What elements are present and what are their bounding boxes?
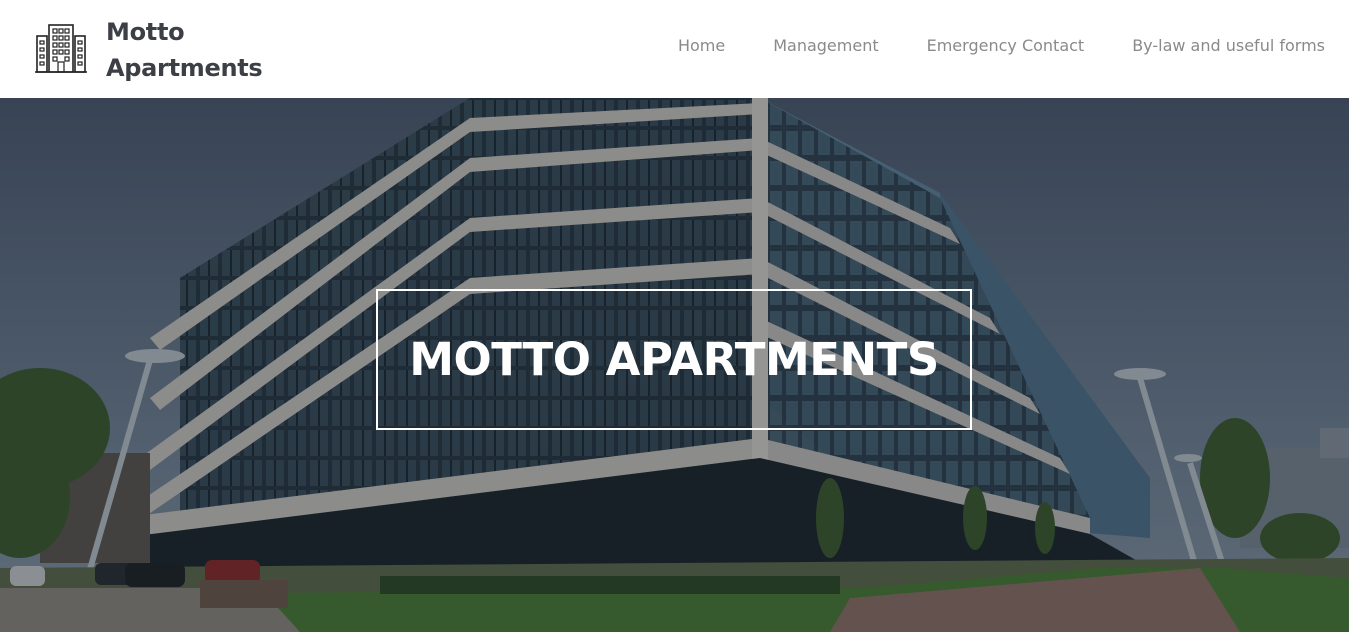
nav-link-bylaw-forms[interactable]: By-law and useful forms <box>1132 36 1325 55</box>
nav-link-home[interactable]: Home <box>678 36 725 55</box>
main-nav: Home Management Emergency Contact By-law… <box>678 36 1325 55</box>
nav-link-emergency-contact[interactable]: Emergency Contact <box>927 36 1085 55</box>
brand-name[interactable]: Motto Apartments <box>106 14 263 86</box>
brand-name-line2: Apartments <box>106 54 263 82</box>
hero-banner: MOTTO APARTMENTS <box>0 98 1349 632</box>
apartment-building-icon[interactable] <box>35 22 87 74</box>
site-header: Motto Apartments Home Management Emergen… <box>0 0 1349 98</box>
hero-title: MOTTO APARTMENTS <box>409 333 939 386</box>
brand-name-line1: Motto <box>106 18 185 46</box>
hero-title-frame: MOTTO APARTMENTS <box>376 289 972 430</box>
nav-link-management[interactable]: Management <box>773 36 878 55</box>
